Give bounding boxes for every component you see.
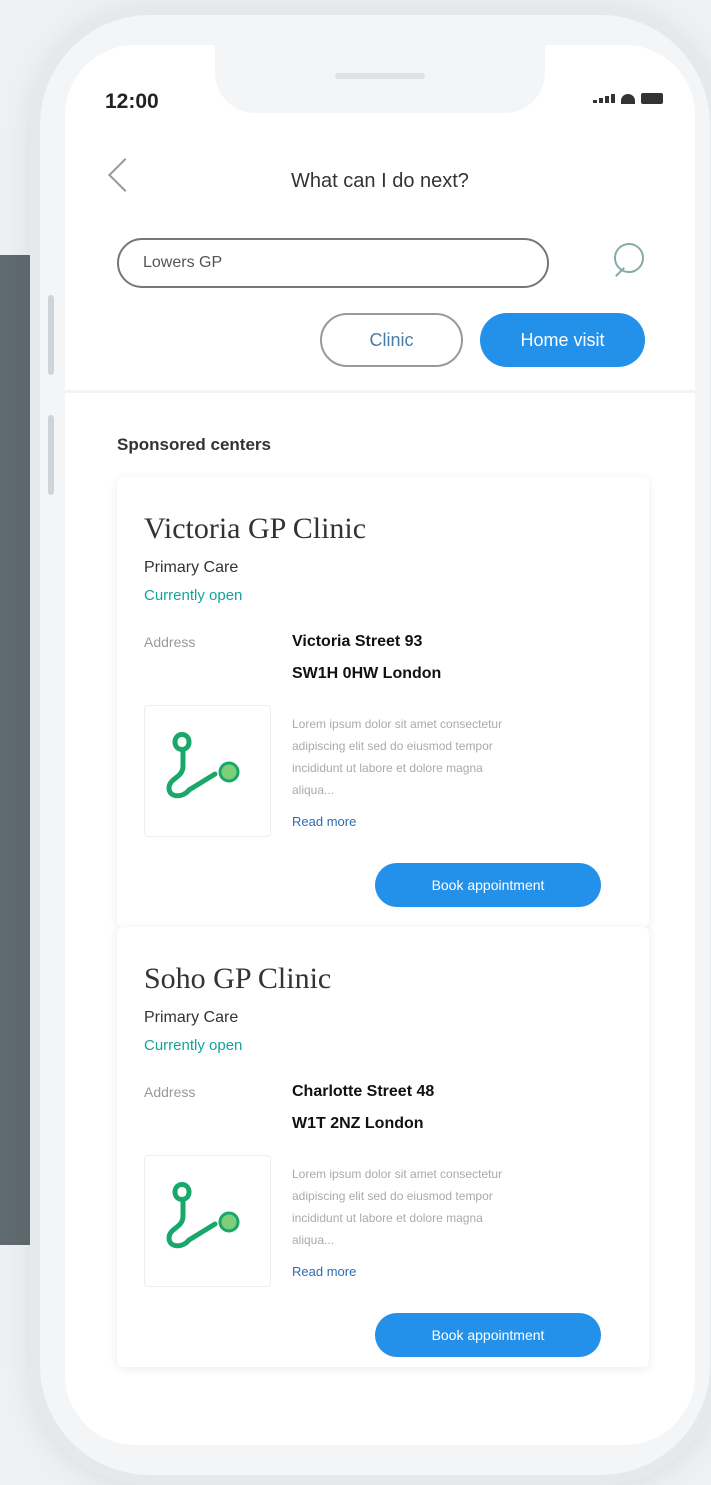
filter-home-visit-button[interactable]: Home visit — [480, 313, 645, 367]
read-more-link[interactable]: Read more — [292, 814, 356, 829]
address-line: Victoria Street 93 — [292, 633, 423, 650]
book-appointment-button[interactable]: Book appointment — [375, 1313, 601, 1357]
clinic-address: Charlotte Street 48 W1T 2NZ London — [292, 1076, 434, 1140]
signal-icon — [593, 94, 615, 103]
phone-screen: 12:00 What can I do next? Clinic Home vi… — [65, 45, 695, 1445]
open-status: Currently open — [144, 1037, 243, 1054]
status-time: 12:00 — [105, 90, 159, 113]
clinic-description: Lorem ipsum dolor sit amet consectetur a… — [292, 1167, 503, 1247]
clinic-category: Primary Care — [144, 559, 239, 576]
stethoscope-icon — [166, 732, 240, 799]
phone-side-button — [48, 295, 54, 375]
address-line: W1T 2NZ London — [292, 1115, 424, 1132]
open-status: Currently open — [144, 587, 243, 604]
address-label: Address — [144, 634, 196, 650]
address-line: SW1H 0HW London — [292, 665, 442, 682]
search-input[interactable] — [141, 253, 525, 273]
address-label: Address — [144, 1084, 196, 1100]
clinic-address: Victoria Street 93 SW1H 0HW London — [292, 626, 441, 690]
clinic-category: Primary Care — [144, 1009, 239, 1026]
address-line: Charlotte Street 48 — [292, 1083, 435, 1100]
filter-clinic-button[interactable]: Clinic — [320, 313, 463, 367]
clinic-card[interactable]: Soho GP Clinic Primary Care Currently op… — [117, 927, 649, 1367]
read-more-link[interactable]: Read more — [292, 1264, 356, 1279]
page-title: What can I do next? — [291, 170, 469, 192]
clinic-name: Soho GP Clinic — [144, 962, 332, 995]
phone-side-button — [48, 415, 54, 495]
wifi-icon — [621, 93, 635, 104]
phone-notch — [215, 45, 545, 113]
speaker-grille — [335, 73, 425, 79]
clinic-description: Lorem ipsum dolor sit amet consectetur a… — [292, 717, 503, 797]
search-field[interactable] — [117, 238, 549, 288]
clinic-name: Victoria GP Clinic — [144, 512, 367, 545]
status-icons — [593, 93, 663, 104]
book-appointment-button[interactable]: Book appointment — [375, 863, 601, 907]
stethoscope-icon — [166, 1182, 240, 1249]
clinic-logo — [144, 705, 271, 837]
battery-icon — [641, 93, 663, 104]
search-icon[interactable] — [610, 243, 644, 285]
divider — [65, 390, 695, 393]
clinic-logo — [144, 1155, 271, 1287]
clinic-card[interactable]: Victoria GP Clinic Primary Care Currentl… — [117, 477, 649, 927]
section-label: Sponsored centers — [117, 435, 271, 454]
